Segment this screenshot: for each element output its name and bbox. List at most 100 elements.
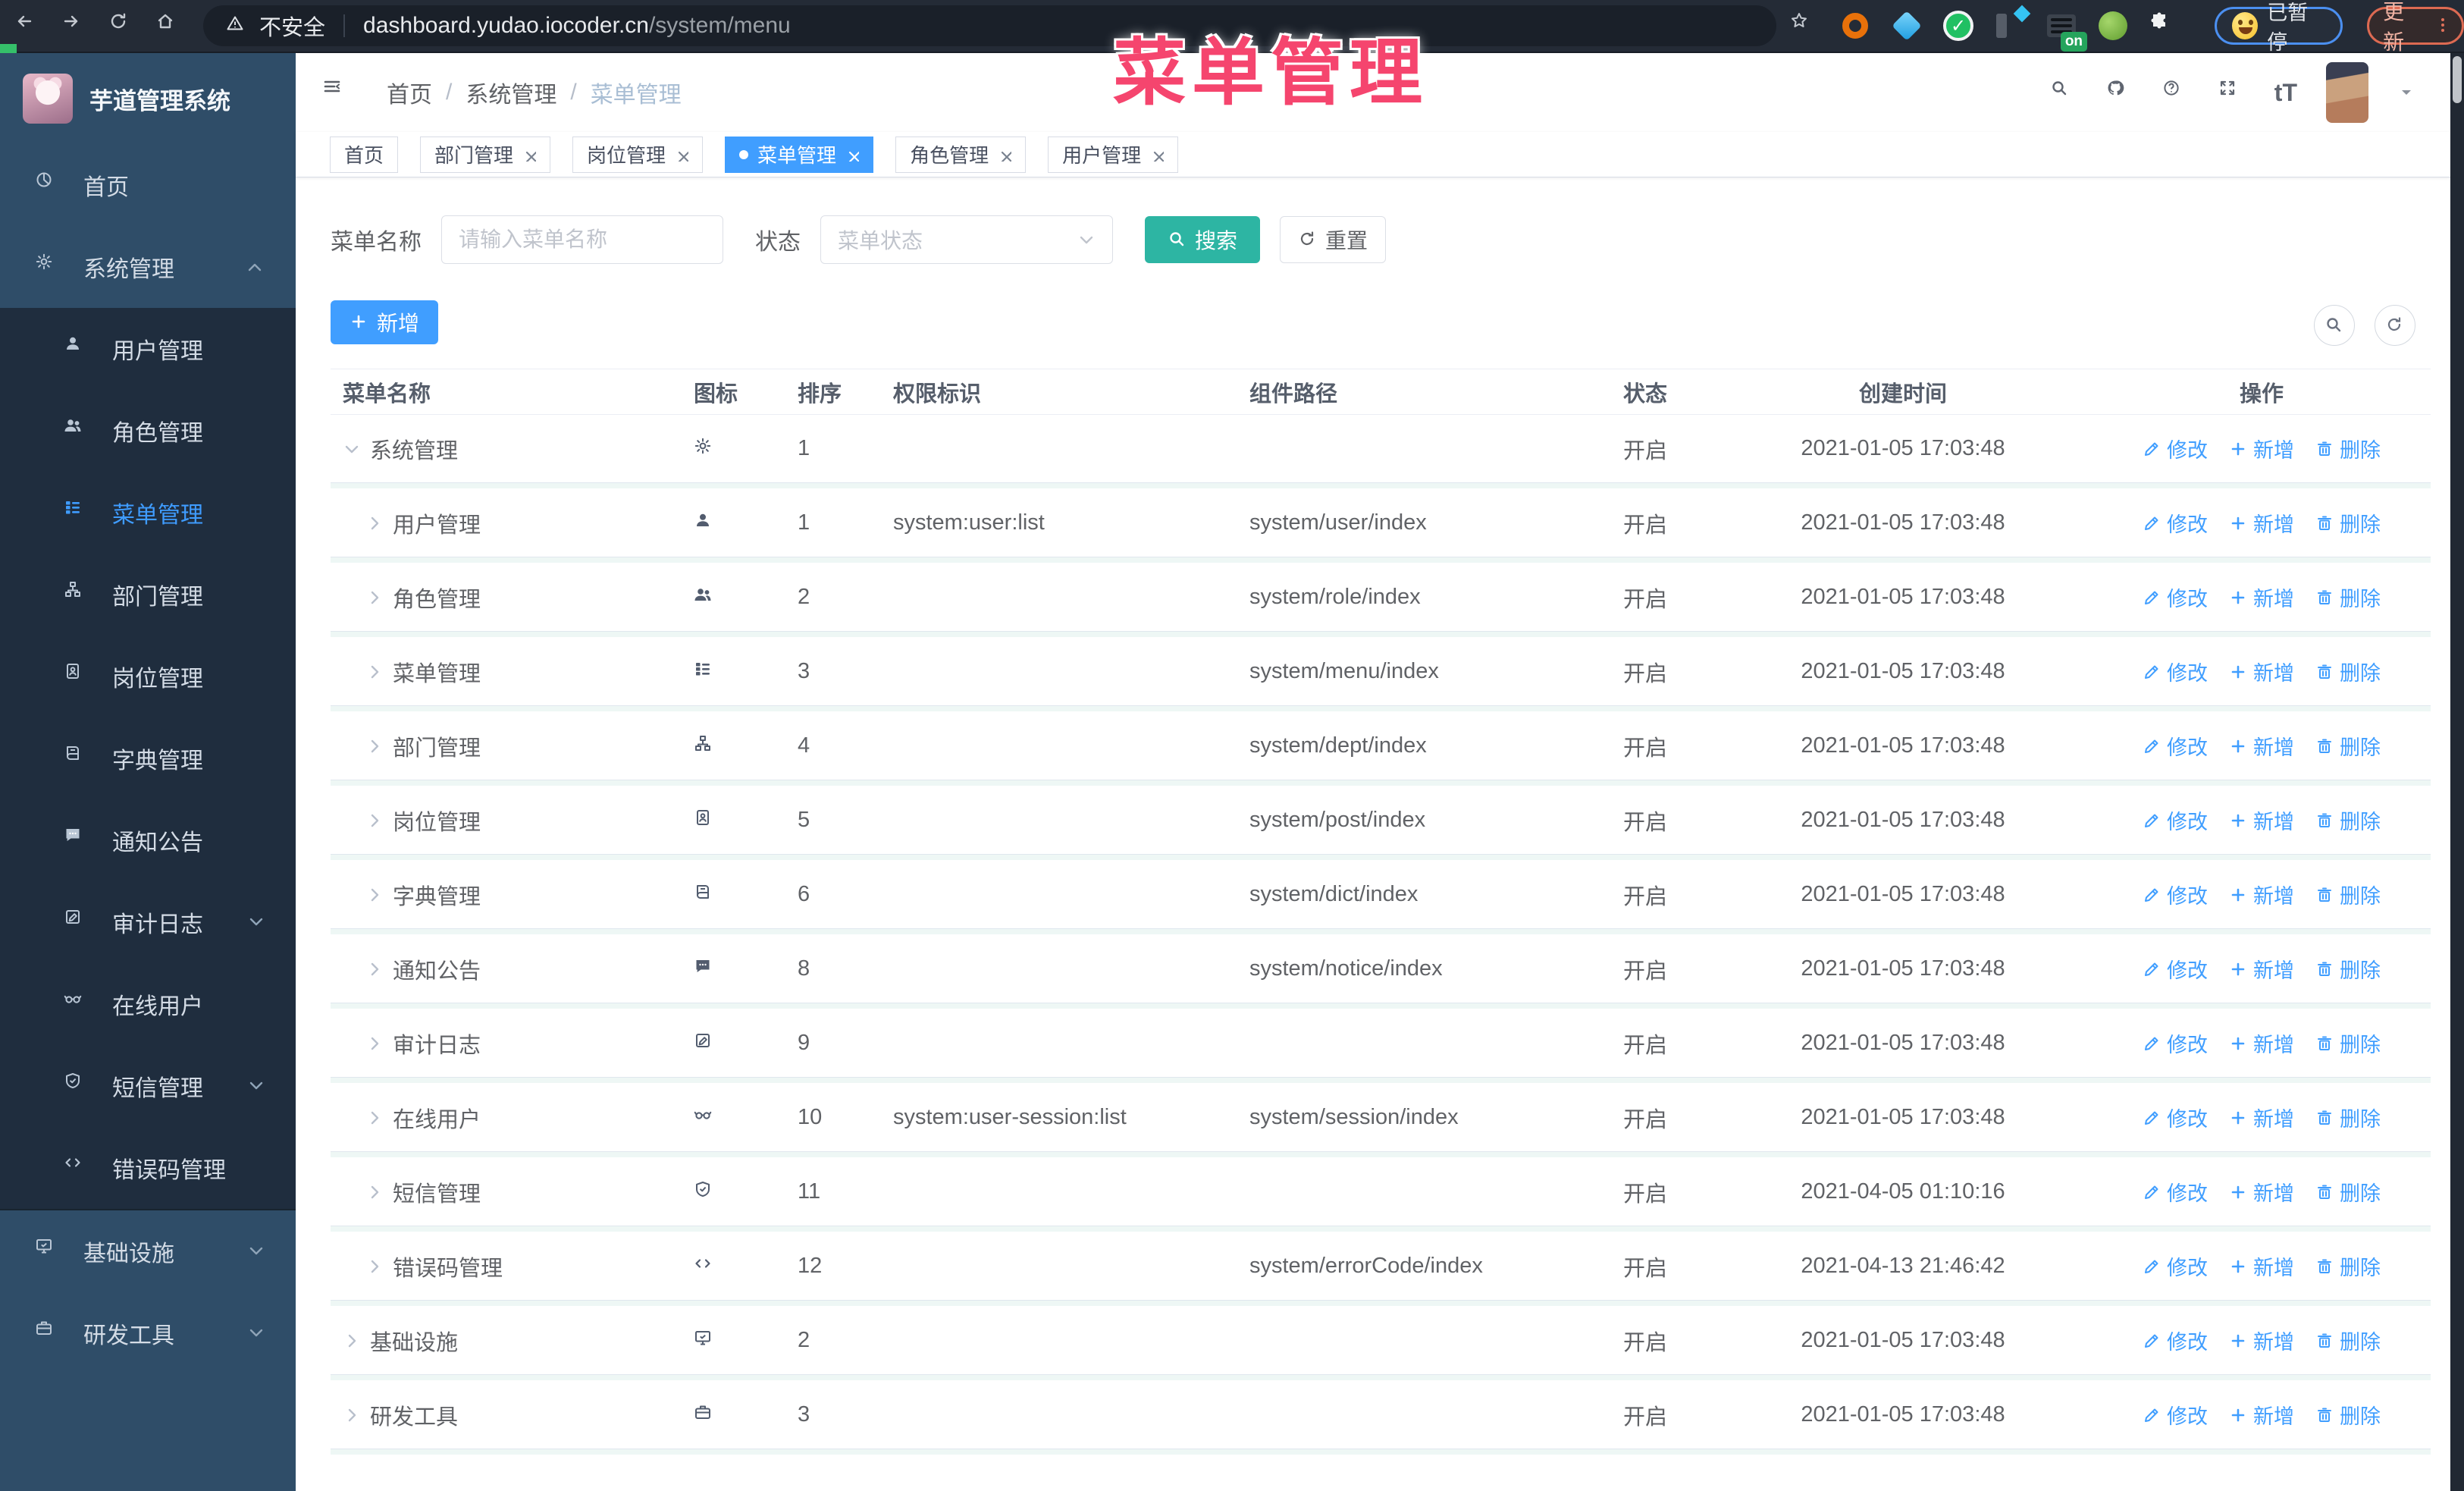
action-plus-link[interactable]: 新增: [2229, 434, 2294, 463]
expand-row-icon[interactable]: [365, 663, 384, 681]
sidebar-logo-row[interactable]: 芋道管理系统: [0, 53, 296, 144]
fullscreen-icon[interactable]: [2218, 79, 2246, 106]
expand-row-icon[interactable]: [365, 811, 384, 830]
action-trash-link[interactable]: 删除: [2315, 1326, 2381, 1355]
sidebar-item-8[interactable]: 通知公告: [0, 799, 296, 881]
tab-1[interactable]: 部门管理: [420, 136, 551, 173]
expand-row-icon[interactable]: [365, 589, 384, 607]
expand-row-icon[interactable]: [365, 737, 384, 755]
sidebar-item-0[interactable]: 首页: [0, 144, 296, 226]
extension-blue-gem[interactable]: [1890, 9, 1923, 42]
sidebar-item-12[interactable]: 错误码管理: [0, 1127, 296, 1209]
action-trash-link[interactable]: 删除: [2315, 1400, 2381, 1430]
sidebar-item-3[interactable]: 角色管理: [0, 390, 296, 472]
expand-row-icon[interactable]: [343, 1332, 361, 1350]
action-plus-link[interactable]: 新增: [2229, 805, 2294, 835]
action-trash-link[interactable]: 删除: [2315, 1251, 2381, 1281]
action-plus-link[interactable]: 新增: [2229, 1326, 2294, 1355]
search-icon[interactable]: [2050, 79, 2077, 106]
action-trash-link[interactable]: 删除: [2315, 434, 2381, 463]
action-trash-link[interactable]: 删除: [2315, 582, 2381, 612]
action-trash-link[interactable]: 删除: [2315, 805, 2381, 835]
tab-3[interactable]: 菜单管理: [725, 136, 874, 173]
action-edit-link[interactable]: 修改: [2143, 582, 2208, 612]
back-icon[interactable]: [15, 12, 42, 39]
tab-4[interactable]: 角色管理: [895, 136, 1027, 173]
profile-paused-chip[interactable]: 已暂停: [2215, 2, 2343, 54]
reset-button[interactable]: 重置: [1280, 216, 1386, 263]
action-plus-link[interactable]: 新增: [2229, 582, 2294, 612]
extension-orange-ring[interactable]: [1839, 9, 1872, 42]
hamburger-icon[interactable]: [323, 77, 353, 108]
expand-row-icon[interactable]: [365, 514, 384, 532]
scrollbar-thumb[interactable]: [2453, 56, 2462, 103]
action-edit-link[interactable]: 修改: [2143, 508, 2208, 538]
action-plus-link[interactable]: 新增: [2229, 508, 2294, 538]
user-avatar[interactable]: [2326, 62, 2368, 123]
sidebar-item-7[interactable]: 字典管理: [0, 717, 296, 799]
action-plus-link[interactable]: 新增: [2229, 1400, 2294, 1430]
action-trash-link[interactable]: 删除: [2315, 508, 2381, 538]
action-plus-link[interactable]: 新增: [2229, 731, 2294, 761]
caret-icon[interactable]: [2397, 83, 2415, 102]
expand-row-icon[interactable]: [365, 1034, 384, 1053]
close-icon[interactable]: [1150, 148, 1165, 162]
action-edit-link[interactable]: 修改: [2143, 805, 2208, 835]
action-trash-link[interactable]: 删除: [2315, 880, 2381, 909]
address-bar[interactable]: 不安全 dashboard.yudao.iocoder.cn/system/me…: [203, 5, 1777, 46]
extension-green-check[interactable]: ✓: [1942, 9, 1975, 42]
action-edit-link[interactable]: 修改: [2143, 1326, 2208, 1355]
search-circle-button[interactable]: [2314, 305, 2355, 346]
close-icon[interactable]: [522, 148, 537, 162]
tab-5[interactable]: 用户管理: [1048, 136, 1179, 173]
action-trash-link[interactable]: 删除: [2315, 1103, 2381, 1132]
action-edit-link[interactable]: 修改: [2143, 954, 2208, 984]
browser-update-button[interactable]: 更新: [2367, 0, 2464, 54]
action-edit-link[interactable]: 修改: [2143, 1028, 2208, 1058]
close-icon[interactable]: [998, 148, 1012, 162]
action-plus-link[interactable]: 新增: [2229, 1251, 2294, 1281]
extension-puzzle[interactable]: [2148, 9, 2181, 42]
sidebar-item-10[interactable]: 在线用户: [0, 963, 296, 1045]
sidebar-item-1[interactable]: 系统管理: [0, 226, 296, 308]
tab-0[interactable]: 首页: [330, 136, 399, 173]
action-plus-link[interactable]: 新增: [2229, 954, 2294, 984]
bookmark-button[interactable]: [1790, 11, 1816, 41]
expand-row-icon[interactable]: [365, 1109, 384, 1127]
action-trash-link[interactable]: 删除: [2315, 657, 2381, 686]
collapse-row-icon[interactable]: [343, 440, 361, 458]
action-plus-link[interactable]: 新增: [2229, 1028, 2294, 1058]
expand-row-icon[interactable]: [365, 1183, 384, 1201]
search-button[interactable]: 搜索: [1145, 216, 1260, 263]
forward-icon[interactable]: [62, 12, 89, 39]
vertical-scrollbar[interactable]: [2450, 53, 2464, 1491]
action-edit-link[interactable]: 修改: [2143, 1400, 2208, 1430]
expand-row-icon[interactable]: [365, 886, 384, 904]
sidebar-item-9[interactable]: 审计日志: [0, 881, 296, 963]
tab-2[interactable]: 岗位管理: [572, 136, 704, 173]
action-edit-link[interactable]: 修改: [2143, 731, 2208, 761]
refresh-circle-button[interactable]: [2375, 305, 2415, 346]
sidebar-item-5[interactable]: 部门管理: [0, 554, 296, 636]
github-icon[interactable]: [2106, 79, 2133, 106]
action-edit-link[interactable]: 修改: [2143, 434, 2208, 463]
help-icon[interactable]: [2162, 79, 2190, 106]
expand-row-icon[interactable]: [343, 1406, 361, 1424]
home-icon[interactable]: [156, 12, 183, 39]
menu-name-input[interactable]: [441, 215, 723, 264]
action-edit-link[interactable]: 修改: [2143, 1251, 2208, 1281]
action-plus-link[interactable]: 新增: [2229, 657, 2294, 686]
add-button[interactable]: 新增: [331, 300, 438, 344]
action-trash-link[interactable]: 删除: [2315, 1028, 2381, 1058]
action-edit-link[interactable]: 修改: [2143, 657, 2208, 686]
close-icon[interactable]: [845, 148, 860, 162]
extension-columns[interactable]: [1993, 5, 2031, 42]
action-edit-link[interactable]: 修改: [2143, 1103, 2208, 1132]
sidebar-item-2[interactable]: 用户管理: [0, 308, 296, 390]
action-edit-link[interactable]: 修改: [2143, 880, 2208, 909]
extension-rows-on[interactable]: on: [2045, 9, 2088, 52]
action-plus-link[interactable]: 新增: [2229, 1103, 2294, 1132]
sidebar-item-6[interactable]: 岗位管理: [0, 636, 296, 717]
action-edit-link[interactable]: 修改: [2143, 1177, 2208, 1207]
action-plus-link[interactable]: 新增: [2229, 1177, 2294, 1207]
